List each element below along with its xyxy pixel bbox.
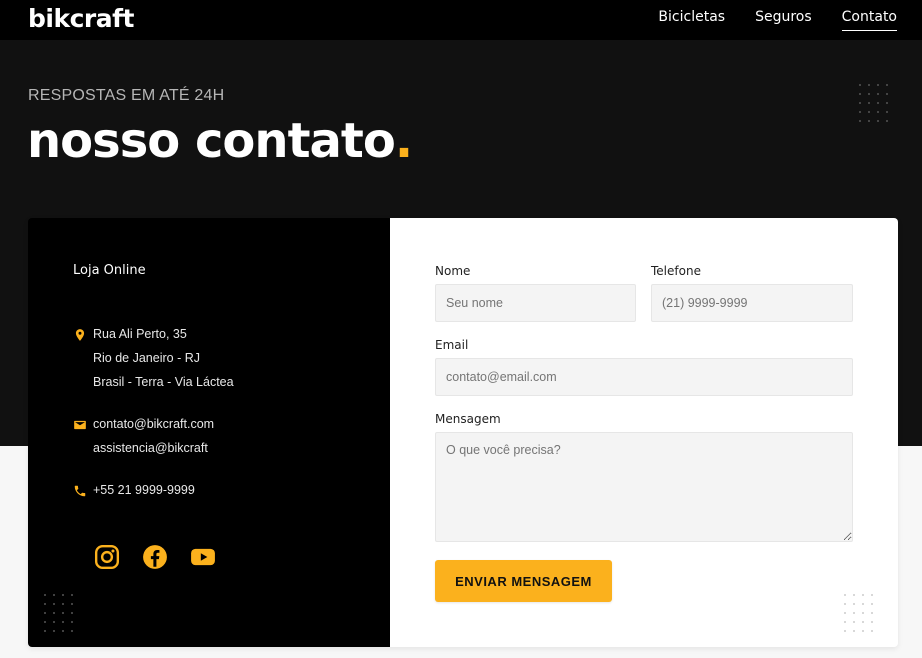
name-input[interactable] <box>435 284 636 322</box>
top-header: bikcraft Bicicletas Seguros Contato <box>0 0 922 40</box>
social-links <box>94 544 216 570</box>
dots-decoration-top <box>859 84 888 122</box>
instagram-icon[interactable] <box>94 544 120 570</box>
email-contato[interactable]: contato@bikcraft.com <box>93 412 214 436</box>
phone-label: Telefone <box>651 264 701 278</box>
email-assistencia[interactable]: assistencia@bikcraft <box>93 436 214 460</box>
email-input[interactable] <box>435 358 853 396</box>
send-message-button[interactable]: ENVIAR MENSAGEM <box>435 560 612 602</box>
page-title: nosso contato. <box>27 113 413 169</box>
message-label: Mensagem <box>435 412 501 426</box>
hero-subtitle: RESPOSTAS EM ATÉ 24H <box>28 87 225 104</box>
title-dot: . <box>394 113 413 169</box>
logo[interactable]: bikcraft <box>28 4 134 33</box>
envelope-icon <box>74 420 86 430</box>
dots-decoration-left <box>44 594 73 632</box>
address-line-2: Rio de Janeiro - RJ <box>93 351 200 365</box>
contact-card: Loja Online Rua Ali Perto, 35 Rio de Jan… <box>28 218 898 647</box>
facebook-icon[interactable] <box>142 544 168 570</box>
nav-seguros[interactable]: Seguros <box>755 9 812 31</box>
location-pin-icon <box>75 329 85 341</box>
phone-icon <box>74 485 86 497</box>
contact-info-panel: Loja Online Rua Ali Perto, 35 Rio de Jan… <box>28 218 390 647</box>
dots-decoration-right <box>844 594 873 632</box>
contact-form: Nome Telefone Email Mensagem ENVIAR MENS… <box>390 218 898 647</box>
store-title: Loja Online <box>73 263 146 278</box>
phone-number[interactable]: +55 21 9999-9999 <box>93 478 195 502</box>
nav-bicicletas[interactable]: Bicicletas <box>658 9 725 31</box>
name-label: Nome <box>435 264 471 278</box>
main-nav: Bicicletas Seguros Contato <box>658 9 898 31</box>
address-line-1: Rua Ali Perto, 35 <box>93 327 187 341</box>
youtube-icon[interactable] <box>190 544 216 570</box>
page-title-text: nosso contato <box>27 113 396 169</box>
message-textarea[interactable] <box>435 432 853 542</box>
email-label: Email <box>435 338 469 352</box>
address-line-3: Brasil - Terra - Via Láctea <box>93 375 234 389</box>
phone-input[interactable] <box>651 284 853 322</box>
nav-contato[interactable]: Contato <box>841 9 898 31</box>
